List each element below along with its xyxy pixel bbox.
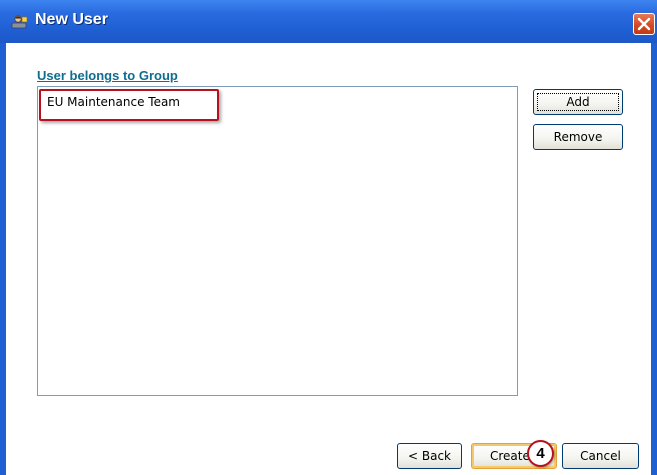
remove-button-label: Remove [553,130,603,144]
window-titlebar[interactable]: New User [0,0,657,43]
close-icon [637,17,651,31]
cancel-button-label: Cancel [580,449,621,463]
add-button[interactable]: Add [533,89,623,115]
group-listbox[interactable]: EU Maintenance Team [37,86,518,396]
back-button-label: < Back [407,449,451,463]
add-button-focus-ring: Add [537,93,619,111]
step-callout-badge: 4 [527,440,554,467]
window-frame-right [651,43,657,475]
highlight-annotation [39,89,219,121]
group-section-label: User belongs to Group [37,68,178,83]
back-button[interactable]: < Back [397,443,462,469]
create-button-label: Create [490,449,530,463]
remove-button[interactable]: Remove [533,124,623,150]
window-title: New User [35,11,108,28]
close-button[interactable] [633,13,655,35]
new-user-icon [11,14,29,30]
add-button-label: Add [566,95,590,109]
cancel-button[interactable]: Cancel [562,443,639,469]
